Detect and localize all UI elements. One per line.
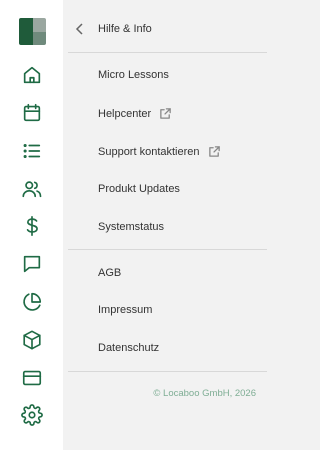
menu-item-produkt-updates[interactable]: Produkt Updates — [98, 183, 180, 195]
external-link-icon — [159, 107, 172, 120]
pie-chart-icon[interactable] — [21, 291, 43, 313]
menu-item-datenschutz[interactable]: Datenschutz — [98, 342, 159, 354]
calendar-icon[interactable] — [21, 102, 43, 124]
menu-item-support[interactable]: Support kontaktieren — [98, 145, 221, 158]
home-icon[interactable] — [21, 64, 43, 86]
dollar-icon[interactable] — [21, 215, 43, 237]
menu-item-agb[interactable]: AGB — [98, 267, 121, 279]
divider — [68, 249, 267, 250]
divider — [68, 52, 267, 53]
card-icon[interactable] — [21, 367, 43, 389]
external-link-icon — [208, 145, 221, 158]
users-icon[interactable] — [21, 178, 43, 200]
box-icon[interactable] — [21, 329, 43, 351]
settings-icon[interactable] — [21, 404, 43, 426]
help-info-panel: Hilfe & Info Micro Lessons Helpcenter Su… — [63, 0, 267, 450]
menu-item-impressum[interactable]: Impressum — [98, 304, 152, 316]
panel-title: Hilfe & Info — [98, 23, 152, 35]
list-icon[interactable] — [21, 140, 43, 162]
chat-icon[interactable] — [21, 253, 43, 275]
menu-item-helpcenter[interactable]: Helpcenter — [98, 107, 172, 120]
panel-header: Hilfe & Info — [63, 0, 267, 52]
menu-item-micro-lessons[interactable]: Micro Lessons — [98, 69, 169, 81]
chevron-left-icon[interactable] — [75, 22, 85, 36]
menu-item-systemstatus[interactable]: Systemstatus — [98, 221, 164, 233]
divider — [68, 371, 267, 372]
locaboo-logo[interactable] — [19, 18, 46, 45]
left-nav-rail — [0, 0, 63, 450]
copyright-text: © Locaboo GmbH, 2026 — [153, 388, 256, 399]
